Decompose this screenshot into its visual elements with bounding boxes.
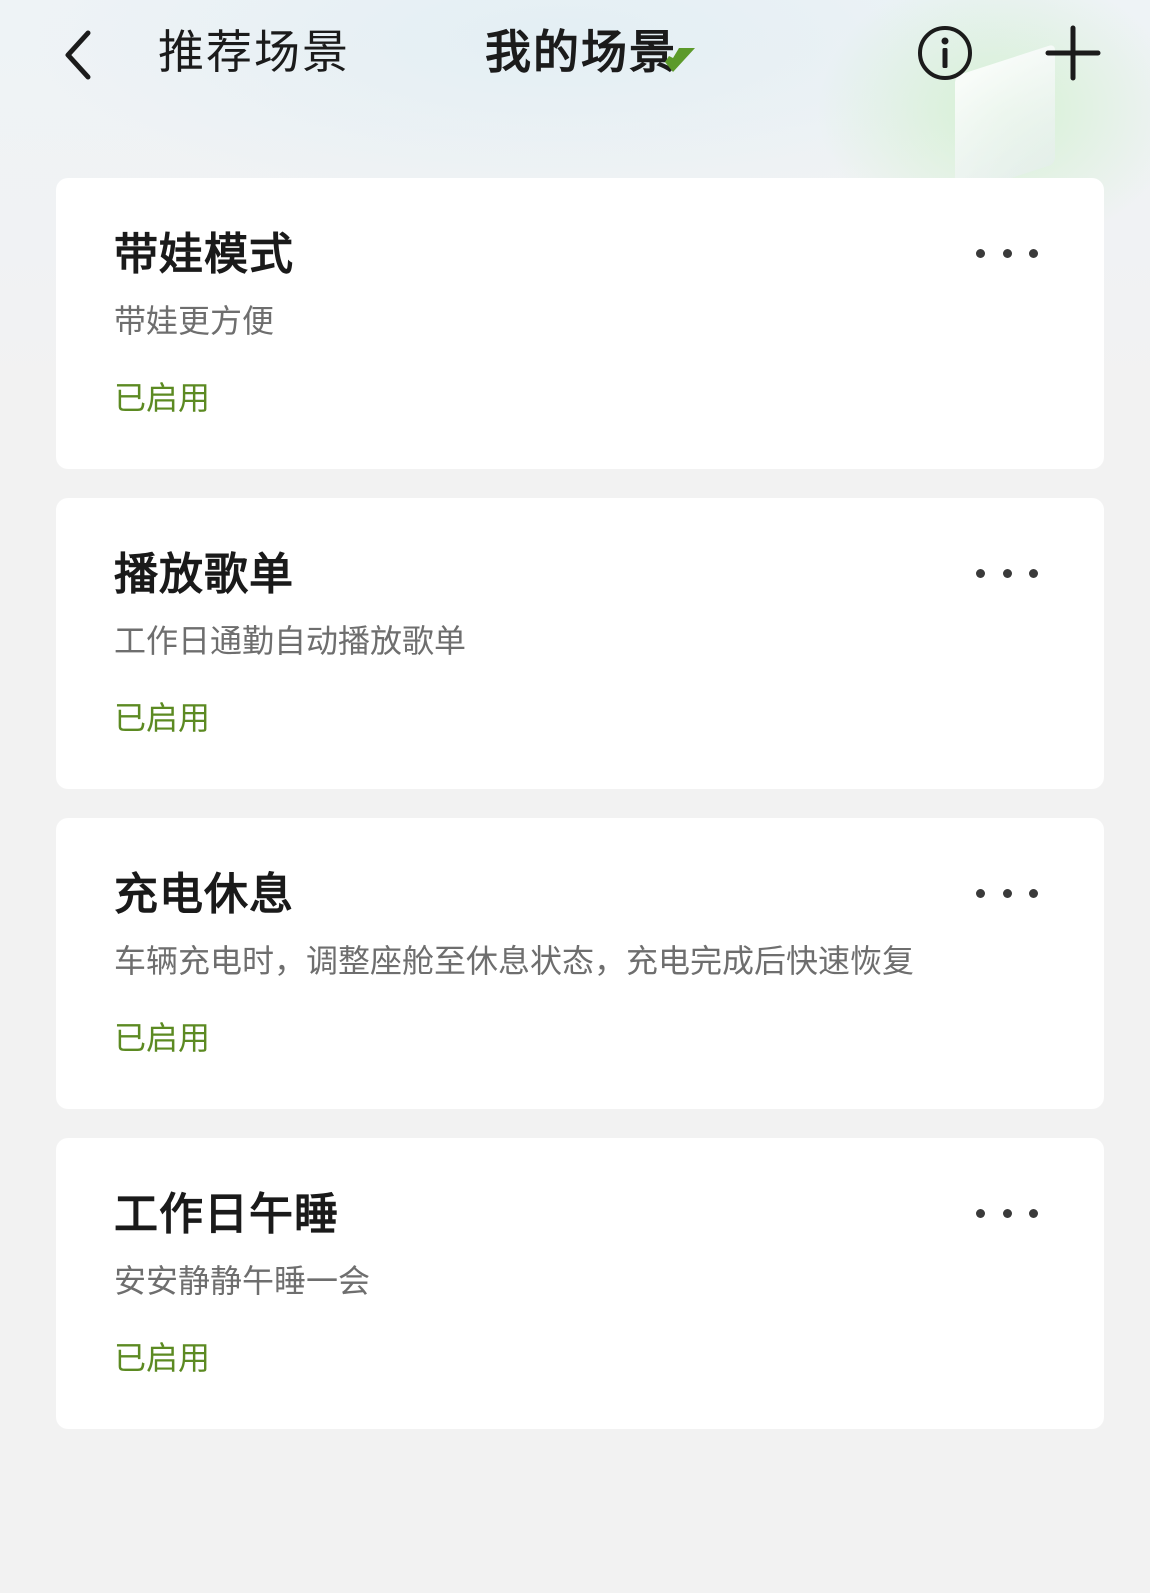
more-dot-icon [1029, 888, 1038, 898]
tab-my-scenes[interactable]: 我的场景 [485, 20, 677, 84]
more-dot-icon [976, 888, 985, 898]
scene-card[interactable]: 工作日午睡 安安静静午睡一会 已启用 [56, 1138, 1104, 1429]
more-dot-icon [976, 248, 985, 258]
scene-status: 已启用 [114, 379, 211, 417]
info-circle-icon[interactable] [916, 24, 974, 82]
scene-title: 带娃模式 [114, 229, 294, 280]
more-dot-icon [976, 1208, 985, 1218]
scene-card[interactable]: 播放歌单 工作日通勤自动播放歌单 已启用 [56, 498, 1104, 789]
scene-title: 工作日午睡 [114, 1189, 339, 1240]
more-options-button[interactable] [976, 1188, 1038, 1238]
scene-status: 已启用 [114, 699, 211, 737]
scene-status: 已启用 [114, 1339, 211, 1377]
more-dot-icon [1029, 248, 1038, 258]
back-button[interactable] [48, 20, 108, 90]
scene-card[interactable]: 带娃模式 带娃更方便 已启用 [56, 178, 1104, 469]
more-dot-icon [1029, 568, 1038, 578]
more-dot-icon [1002, 888, 1012, 898]
scene-card[interactable]: 充电休息 车辆充电时，调整座舱至休息状态，充电完成后快速恢复 已启用 [56, 818, 1104, 1109]
scene-description: 安安静静午睡一会 [114, 1262, 371, 1300]
scene-title: 充电休息 [114, 869, 294, 920]
more-dot-icon [1002, 1208, 1012, 1218]
tab-recommended-scenes[interactable]: 推荐场景 [158, 20, 350, 84]
more-options-button[interactable] [976, 228, 1038, 278]
more-dot-icon [1002, 248, 1012, 258]
more-options-button[interactable] [976, 548, 1038, 598]
chevron-left-icon [65, 30, 91, 80]
scene-status: 已启用 [114, 1019, 211, 1057]
more-options-button[interactable] [976, 868, 1038, 918]
scene-description: 带娃更方便 [114, 302, 275, 340]
scene-description: 车辆充电时，调整座舱至休息状态，充电完成后快速恢复 [114, 942, 915, 980]
scene-title: 播放歌单 [114, 549, 294, 600]
more-dot-icon [976, 568, 985, 578]
more-dot-icon [1002, 568, 1012, 578]
more-dot-icon [1029, 1208, 1038, 1218]
plus-icon[interactable] [1042, 22, 1104, 84]
top-bar: 推荐场景 我的场景 [0, 0, 1150, 110]
scene-description: 工作日通勤自动播放歌单 [114, 622, 467, 660]
active-tab-check-icon [665, 48, 695, 72]
